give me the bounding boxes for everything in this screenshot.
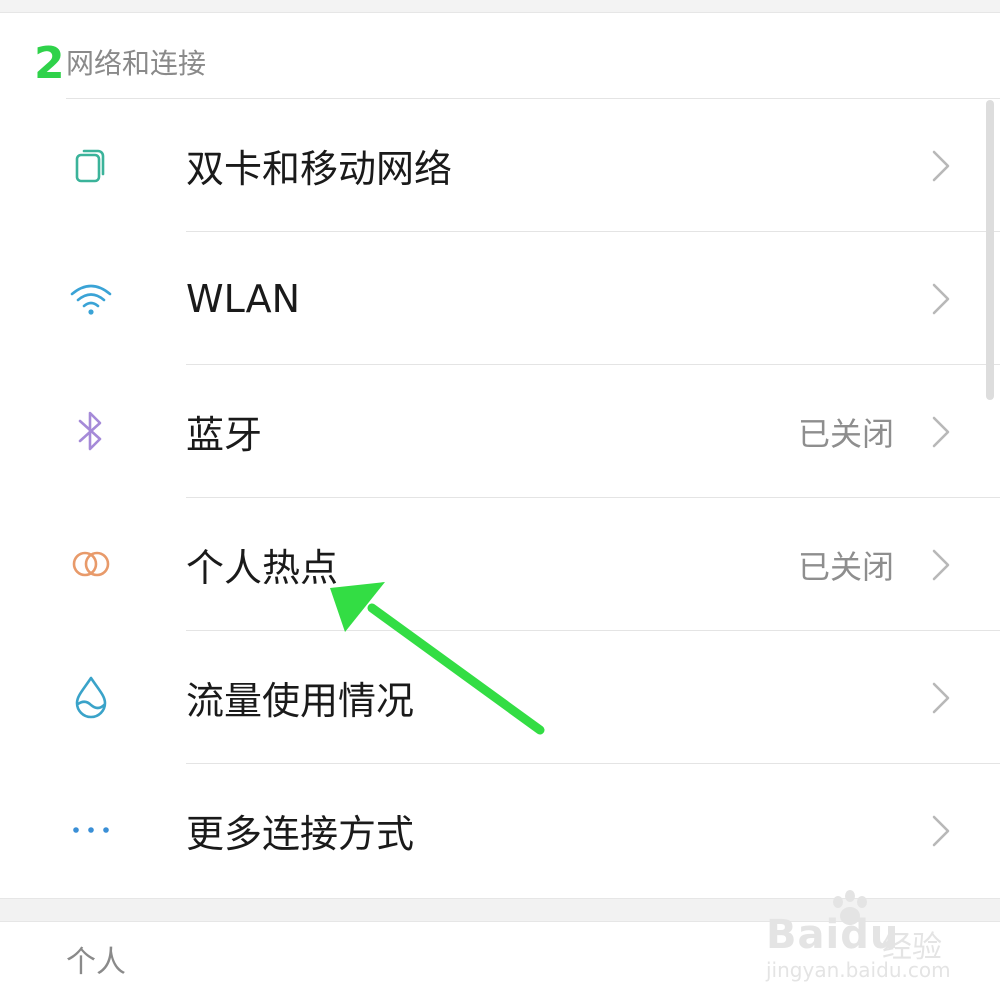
row-status: 已关闭 bbox=[797, 547, 894, 586]
chevron-right-icon bbox=[932, 416, 950, 448]
row-label: 流量使用情况 bbox=[186, 679, 415, 723]
watermark-brand: Baidu bbox=[766, 912, 900, 958]
watermark-url: jingyan.baidu.com bbox=[766, 958, 951, 982]
section-header: 2 网络和连接 bbox=[0, 12, 1000, 98]
hotspot-icon bbox=[66, 539, 116, 589]
settings-row-bluetooth[interactable]: 蓝牙 已关闭 bbox=[0, 365, 1000, 498]
chevron-right-icon bbox=[932, 549, 950, 581]
dual-sim-icon bbox=[66, 140, 116, 190]
more-icon bbox=[66, 805, 116, 855]
row-label: 个人热点 bbox=[186, 546, 339, 590]
scrollbar[interactable] bbox=[986, 100, 994, 400]
row-status: 已关闭 bbox=[797, 414, 894, 453]
row-label: 蓝牙 bbox=[186, 413, 263, 457]
bluetooth-icon bbox=[66, 406, 116, 456]
chevron-right-icon bbox=[932, 815, 950, 847]
wifi-icon bbox=[66, 273, 116, 323]
settings-row-hotspot[interactable]: 个人热点 已关闭 bbox=[0, 498, 1000, 631]
section-title-personal: 个人 bbox=[66, 945, 126, 980]
chevron-right-icon bbox=[932, 150, 950, 182]
baidu-jingyan-watermark: Baidu 经验 jingyan.baidu.com bbox=[766, 888, 956, 988]
chevron-right-icon bbox=[932, 283, 950, 315]
data-usage-icon bbox=[66, 672, 116, 722]
settings-row-more-connections[interactable]: 更多连接方式 bbox=[0, 764, 1000, 897]
row-label: 双卡和移动网络 bbox=[186, 147, 453, 191]
settings-row-wlan[interactable]: WLAN bbox=[0, 232, 1000, 365]
settings-row-dual-sim[interactable]: 双卡和移动网络 bbox=[0, 99, 1000, 232]
row-label: WLAN bbox=[186, 276, 301, 321]
chevron-right-icon bbox=[932, 682, 950, 714]
row-label: 更多连接方式 bbox=[186, 812, 415, 856]
section-title: 网络和连接 bbox=[66, 47, 207, 80]
settings-row-data-usage[interactable]: 流量使用情况 bbox=[0, 631, 1000, 764]
step-number-annotation: 2 bbox=[34, 38, 65, 89]
